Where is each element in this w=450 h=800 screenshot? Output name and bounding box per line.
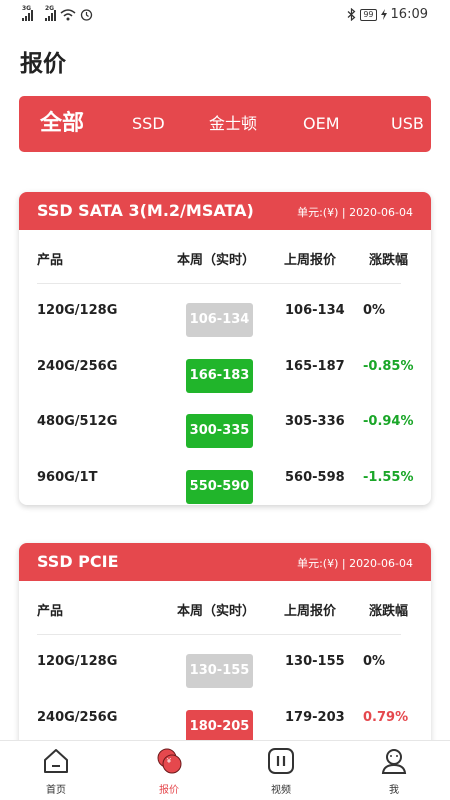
current-price-badge: 180-205 [186,709,253,744]
product-name: 120G/128G [37,654,118,669]
last-week-price: 305-336 [285,414,345,429]
tab-label: 首页 [46,785,66,796]
network-type-2: 2G [45,5,55,12]
last-week-price: 130-155 [285,654,345,669]
bluetooth-icon [347,8,356,21]
tab-label: 我 [389,785,399,796]
current-price-badge: 106-134 [186,303,253,337]
card-title: SSD PCIE [37,552,119,571]
card-title: SSD SATA 3(M.2/MSATA) [37,201,254,220]
product-name: 120G/128G [37,303,118,318]
category-tab-usb[interactable]: USB [391,96,424,152]
charging-icon [380,9,387,20]
current-price-badge: 130-155 [186,654,253,688]
column-change: 涨跌幅 [369,253,409,268]
bottom-tab-bar: 首页 ¥ 报价 视频 我 [0,740,450,800]
category-tab-kingston[interactable]: 金士顿 [209,96,257,152]
last-week-price: 165-187 [285,358,345,374]
current-price-badge: 166-183 [186,358,253,393]
wifi-icon [60,9,76,21]
category-tab-ssd[interactable]: SSD [132,96,165,152]
column-this-week: 本周（实时） [177,604,256,619]
price-change: 0.79% [363,709,409,725]
table-row[interactable]: 120G/128G 106-134 106-134 0% [19,284,431,340]
battery-icon: 99 [360,8,377,21]
profile-icon [381,749,407,774]
category-tab-oem[interactable]: OEM [303,96,340,152]
alarm-icon [80,9,93,21]
column-change: 涨跌幅 [369,604,409,619]
column-this-week: 本周（实时） [177,253,256,268]
tab-quote[interactable]: ¥ 报价 [129,741,209,800]
price-change: 0% [363,654,386,669]
column-product: 产品 [37,604,64,619]
column-product: 产品 [37,253,64,268]
table-row[interactable]: 120G/128G 130-155 130-155 0% [19,635,431,691]
price-change: -0.94% [363,414,414,429]
category-tab-all[interactable]: 全部 [40,96,84,152]
price-change: -0.85% [363,358,414,374]
current-price-badge: 550-590 [186,469,253,504]
product-name: 240G/256G [37,709,118,725]
svg-text:¥: ¥ [167,757,172,765]
product-name: 240G/256G [37,358,118,374]
column-last-week: 上周报价 [284,253,337,268]
last-week-price: 106-134 [285,303,345,318]
price-change: -1.55% [363,469,414,485]
home-icon [44,749,68,773]
quote-icon: ¥ [157,748,182,774]
table-row[interactable]: 240G/256G 166-183 165-187 -0.85% [19,340,431,396]
last-week-price: 560-598 [285,469,345,485]
price-card-sata[interactable]: SSD SATA 3(M.2/MSATA) 单元:(¥) | 2020-06-0… [19,192,431,505]
tab-video[interactable]: 视频 [241,741,321,800]
card-unit-date: 单元:(¥) | 2020-06-04 [297,206,413,219]
network-type-1: 3G [22,5,32,12]
card-unit-date: 单元:(¥) | 2020-06-04 [297,557,413,570]
tab-label: 视频 [271,785,291,796]
page-title: 报价 [20,51,66,77]
product-name: 960G/1T [37,469,98,485]
status-bar: 3G 2G 99 16:09 [0,0,450,32]
video-icon [268,748,294,774]
table-row[interactable]: 480G/512G 300-335 305-336 -0.94% [19,395,431,451]
signal-icon: 3G [22,5,33,21]
tab-label: 报价 [159,785,179,796]
card-header: SSD SATA 3(M.2/MSATA) 单元:(¥) | 2020-06-0… [19,192,431,230]
tab-me[interactable]: 我 [354,741,434,800]
price-change: 0% [363,303,386,318]
last-week-price: 179-203 [285,709,345,725]
column-last-week: 上周报价 [284,604,337,619]
category-tabs: 全部 SSD 金士顿 OEM USB [19,96,431,152]
table-row[interactable]: 240G/256G 180-205 179-203 0.79% [19,691,431,747]
product-name: 480G/512G [37,414,118,429]
current-price-badge: 300-335 [186,414,253,448]
clock: 16:09 [390,7,428,22]
price-card-pcie[interactable]: SSD PCIE 单元:(¥) | 2020-06-04 产品 本周（实时） 上… [19,543,431,763]
column-headers: 产品 本周（实时） 上周报价 涨跌幅 [19,230,431,284]
tab-home[interactable]: 首页 [16,741,96,800]
card-header: SSD PCIE 单元:(¥) | 2020-06-04 [19,543,431,581]
table-row[interactable]: 960G/1T 550-590 560-598 -1.55% [19,451,431,506]
column-headers: 产品 本周（实时） 上周报价 涨跌幅 [19,581,431,635]
signal-icon: 2G [45,5,56,21]
